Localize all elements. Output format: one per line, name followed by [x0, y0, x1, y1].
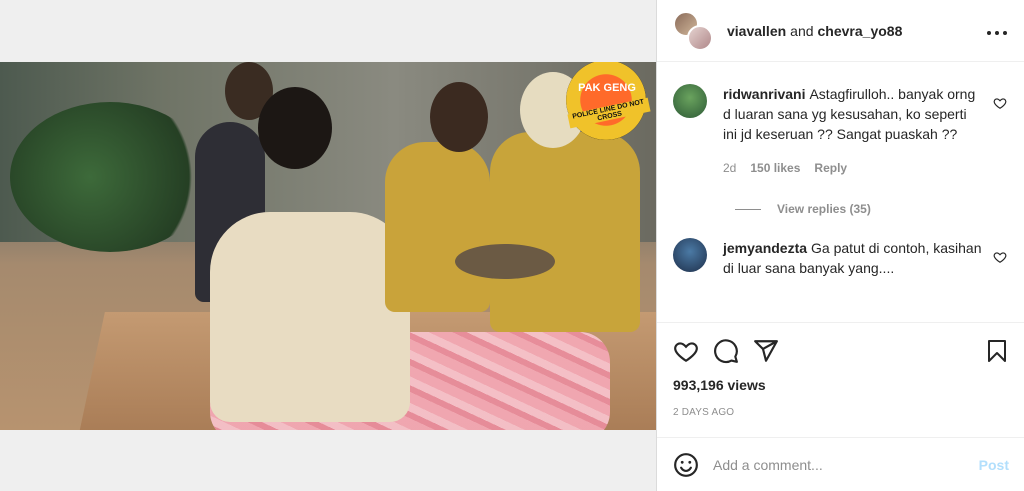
comment-body: ridwanrivani Astagfirulloh.. banyak orng … [723, 84, 983, 178]
replies-divider [735, 208, 761, 210]
person-blindfolded-head [258, 87, 332, 169]
view-count[interactable]: 993,196 views [673, 377, 1009, 393]
action-bar: 993,196 views 2 DAYS AGO [657, 322, 1024, 418]
icon-row [673, 331, 1009, 371]
save-button[interactable] [969, 331, 1009, 371]
comment-body: jemyandezta Ga patut di contoh, kasihan d… [723, 238, 983, 278]
like-button[interactable] [673, 331, 713, 371]
bookmark-icon [988, 340, 1006, 362]
author-names: viavallen and chevra_yo88 [727, 23, 902, 39]
person-woman-yellow [385, 142, 490, 312]
person-blindfolded [210, 212, 410, 422]
comment-icon [714, 339, 738, 364]
post-image[interactable]: PAK GENG POLICE LINE DO NOT CROSS [0, 62, 656, 430]
avatar[interactable] [673, 84, 707, 118]
more-icon[interactable] [986, 19, 1008, 42]
comment-username[interactable]: jemyandezta [723, 240, 807, 256]
comment-likes[interactable]: 150 likes [750, 158, 800, 178]
post-timestamp[interactable]: 2 DAYS AGO [673, 407, 1009, 418]
share-icon [754, 340, 778, 362]
comment-age[interactable]: 2d [723, 158, 736, 178]
author-link-2[interactable]: chevra_yo88 [818, 23, 903, 39]
post-button[interactable]: Post [979, 457, 1009, 473]
author-link-1[interactable]: viavallen [727, 23, 786, 39]
comment-button[interactable] [713, 331, 753, 371]
comment-meta: 2d 150 likes Reply [723, 158, 983, 178]
avatar-stack[interactable] [673, 10, 713, 51]
logo-text: PAK GENG [578, 82, 636, 94]
comment-item: jemyandezta Ga patut di contoh, kasihan d… [673, 216, 1009, 278]
comment-list: ridwanrivani Astagfirulloh.. banyak orng … [657, 62, 1024, 322]
and-text: and [790, 22, 814, 39]
view-replies-button[interactable]: View replies (35) [735, 202, 1009, 216]
share-button[interactable] [753, 331, 793, 371]
side-panel: viavallen and chevra_yo88 ridwanrivani Asta… [656, 0, 1024, 491]
comment-input[interactable] [713, 456, 979, 473]
person-woman-yellow-head [430, 82, 488, 152]
heart-icon [674, 342, 698, 363]
post-header: viavallen and chevra_yo88 [657, 0, 1024, 62]
avatar [687, 24, 713, 51]
emoji-icon[interactable] [673, 452, 699, 478]
heart-icon[interactable] [993, 250, 1007, 264]
add-comment-bar: Post [657, 437, 1024, 491]
bowl [455, 244, 555, 279]
post-view: PAK GENG POLICE LINE DO NOT CROSS viaval… [0, 0, 1024, 491]
background-plants [10, 102, 210, 252]
view-replies-label: View replies (35) [777, 202, 871, 216]
person-man-yellow [490, 132, 640, 332]
reply-button[interactable]: Reply [814, 158, 847, 178]
heart-icon[interactable] [993, 96, 1007, 110]
comment-item: ridwanrivani Astagfirulloh.. banyak orng … [673, 62, 1009, 178]
comment-username[interactable]: ridwanrivani [723, 86, 805, 102]
avatar[interactable] [673, 238, 707, 272]
media-area: PAK GENG POLICE LINE DO NOT CROSS [0, 0, 656, 491]
